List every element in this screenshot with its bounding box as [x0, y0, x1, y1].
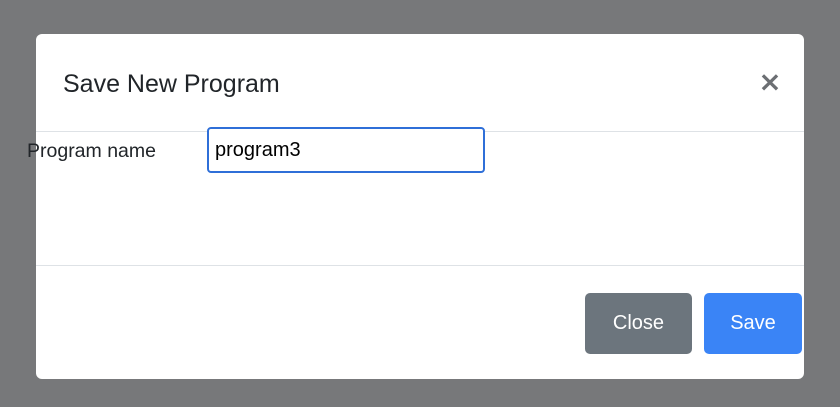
dialog-header: Save New Program ×	[36, 34, 804, 132]
save-program-dialog: Save New Program × Close Save	[36, 34, 804, 379]
save-button[interactable]: Save	[704, 293, 802, 354]
program-name-label: Program name	[27, 140, 156, 162]
dialog-footer: Close Save	[36, 267, 804, 379]
close-button[interactable]: Close	[585, 293, 692, 354]
dialog-title: Save New Program	[63, 70, 280, 98]
program-name-input[interactable]	[207, 127, 485, 173]
close-icon[interactable]: ×	[758, 68, 782, 96]
